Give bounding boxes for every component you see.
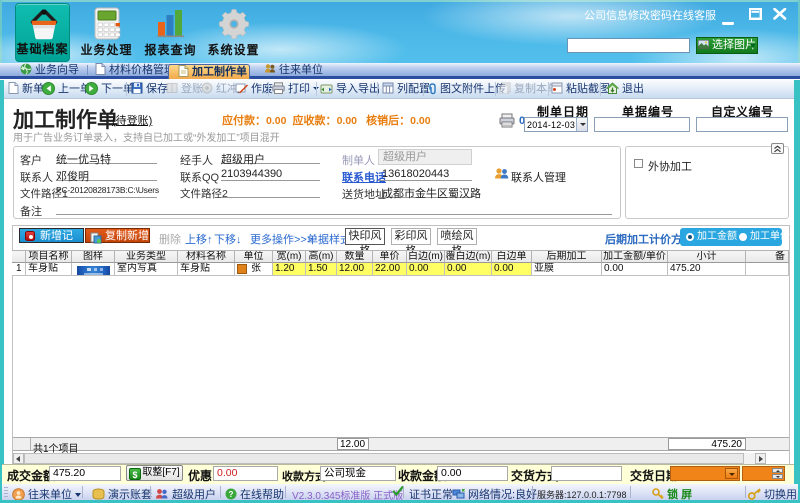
svg-text:?: ?	[229, 490, 234, 499]
